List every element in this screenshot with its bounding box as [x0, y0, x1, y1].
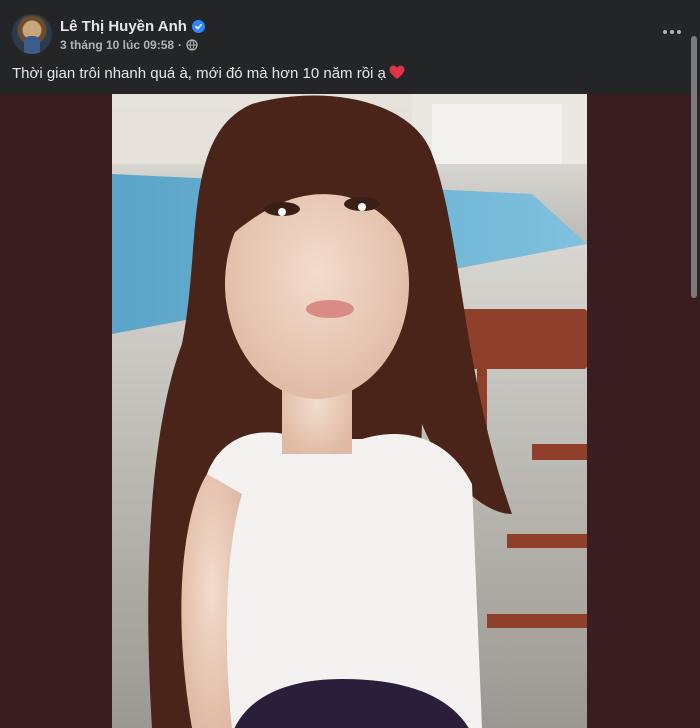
more-options-icon — [663, 30, 667, 34]
more-options-button[interactable] — [658, 22, 686, 42]
more-options-icon — [670, 30, 674, 34]
post-header: Lê Thị Huyền Anh 3 tháng 10 lúc 09:58 · … — [0, 0, 700, 94]
author-name-row: Lê Thị Huyền Anh — [60, 16, 205, 36]
avatar-figure — [24, 36, 40, 54]
selfie-photo-image — [112, 94, 587, 728]
meta-separator: · — [178, 38, 183, 52]
scrollbar[interactable] — [688, 0, 700, 728]
verified-badge-icon — [191, 19, 205, 33]
post-caption: Thời gian trôi nhanh quá à, mới đó mà hơ… — [12, 64, 680, 84]
post-meta: 3 tháng 10 lúc 09:58 · — [60, 37, 198, 53]
author-name[interactable]: Lê Thị Huyền Anh — [60, 18, 187, 35]
more-options-icon — [677, 30, 681, 34]
globe-icon[interactable] — [186, 39, 198, 51]
post-timestamp[interactable]: 3 tháng 10 lúc 09:58 — [60, 38, 174, 52]
author-avatar[interactable] — [12, 14, 52, 54]
post-caption-text: Thời gian trôi nhanh quá à, mới đó mà hơ… — [12, 65, 386, 82]
scrollbar-thumb[interactable] — [691, 36, 697, 298]
heart-icon — [389, 65, 405, 79]
post-photo[interactable] — [112, 94, 587, 728]
